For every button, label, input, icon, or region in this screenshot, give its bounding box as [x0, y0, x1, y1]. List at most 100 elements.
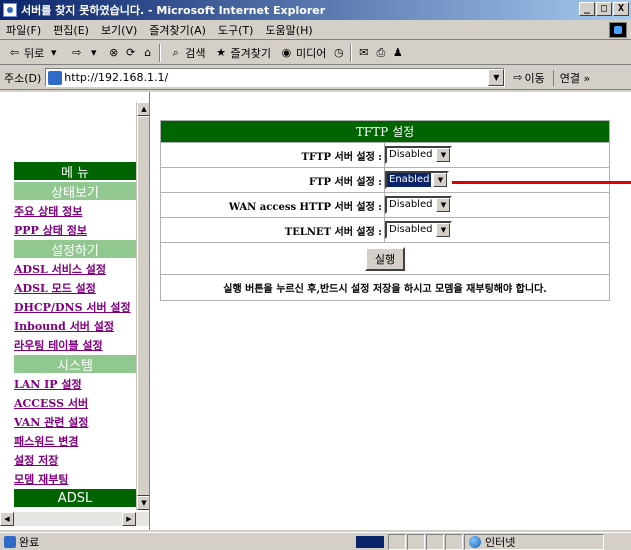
status-cell [426, 533, 444, 550]
status-bar: 완료 인터넷 [0, 532, 631, 550]
security-zone: 인터넷 [464, 533, 604, 550]
page-viewport: 메 뉴 상태보기 주요 상태 정보 PPP 상태 정보 설정하기 ADSL 서비… [0, 92, 631, 530]
nav-footer: ADSL [14, 489, 136, 507]
links-button[interactable]: 연결 » [552, 69, 590, 86]
annotation-arrow [452, 181, 631, 184]
media-icon: ◉ [281, 46, 292, 59]
window-title: 서버를 찾지 못하였습니다. - Microsoft Internet Expl… [21, 4, 326, 17]
tftp-settings-table: TFTP 설정 TFTP 서버 설정 : Disabled ▼ FTP 서버 설… [160, 120, 610, 301]
tftp-server-value: Disabled [389, 149, 433, 160]
ftp-server-select[interactable]: Enabled ▼ [385, 171, 450, 189]
nav-link-routing-table[interactable]: 라우팅 테이블 설정 [14, 336, 136, 355]
progress-indicator [356, 535, 384, 548]
submit-cell: 실행 [160, 242, 610, 275]
chevron-down-icon[interactable]: ▼ [488, 69, 505, 86]
globe-icon [469, 535, 481, 548]
go-label: 이동 [524, 71, 545, 85]
nav-link-lan-ip[interactable]: LAN IP 설정 [14, 375, 136, 394]
menu-view[interactable]: 보기(V) [95, 22, 143, 38]
nav-link-save-settings[interactable]: 설정 저장 [14, 451, 136, 470]
refresh-icon[interactable]: ⟳ [123, 45, 138, 60]
history-icon[interactable]: ◷ [331, 45, 346, 60]
nav-link-dhcp-dns[interactable]: DHCP/DNS 서버 설정 [14, 298, 136, 317]
window-controls: _ □ X [579, 2, 629, 16]
nav-vertical-scrollbar[interactable]: ▲ ▼ [136, 102, 149, 510]
nav-link-van[interactable]: VAN 관련 설정 [14, 413, 136, 432]
nav-frame: 메 뉴 상태보기 주요 상태 정보 PPP 상태 정보 설정하기 ADSL 서비… [0, 92, 150, 530]
table-row: FTP 서버 설정 : Enabled ▼ [160, 167, 610, 193]
wan-http-value: Disabled [389, 199, 433, 210]
ftp-server-label: FTP 서버 설정 : [160, 167, 385, 193]
stop-icon[interactable]: ⊗ [106, 45, 121, 60]
nav-horizontal-scrollbar[interactable]: ◀ ▶ [0, 512, 149, 526]
nav-settings-header: 설정하기 [14, 240, 136, 259]
nav-link-password[interactable]: 패스워드 변경 [14, 432, 136, 451]
title-bar: 서버를 찾지 못하였습니다. - Microsoft Internet Expl… [0, 0, 631, 20]
submit-button[interactable]: 실행 [364, 246, 406, 271]
close-button[interactable]: X [613, 2, 629, 16]
toolbar-divider [159, 43, 162, 62]
status-cell [407, 533, 425, 550]
search-button[interactable]: ⌕ 검색 [165, 45, 208, 61]
page-icon [4, 535, 16, 548]
menu-edit[interactable]: 편집(E) [47, 22, 95, 38]
address-input[interactable] [64, 71, 485, 84]
nav-link-access-server[interactable]: ACCESS 서버 [14, 394, 136, 413]
nav-menu: 메 뉴 상태보기 주요 상태 정보 PPP 상태 정보 설정하기 ADSL 서비… [14, 162, 136, 509]
forward-arrow-icon: ⇨ [72, 46, 82, 59]
scroll-left-icon[interactable]: ◀ [0, 512, 14, 526]
messenger-icon[interactable]: ♟ [390, 45, 405, 60]
back-label: 뒤로 [24, 46, 45, 60]
nav-link-adsl-service[interactable]: ADSL 서비스 설정 [14, 260, 136, 279]
scroll-right-icon[interactable]: ▶ [122, 512, 136, 526]
go-button[interactable]: ⇨ 이동 [513, 70, 544, 86]
tftp-server-select[interactable]: Disabled ▼ [385, 146, 453, 164]
nav-system-header: 시스템 [14, 355, 136, 374]
reboot-notice: 실행 버튼을 누르신 후,반드시 설정 저장을 하시고 모뎀을 재부팅해야 합니… [160, 274, 610, 301]
toolbar-divider [350, 43, 353, 62]
menu-file[interactable]: 파일(F) [0, 22, 47, 38]
chevron-down-icon: ▼ [433, 173, 448, 187]
scroll-up-icon[interactable]: ▲ [137, 102, 149, 116]
nav-menu-header: 메 뉴 [14, 162, 136, 181]
ftp-server-value: Enabled [387, 173, 432, 187]
page-icon [48, 70, 63, 85]
menu-tools[interactable]: 도구(T) [212, 22, 260, 38]
menu-favorites[interactable]: 즐겨찾기(A) [143, 22, 212, 38]
menu-help[interactable]: 도움말(H) [259, 22, 318, 38]
favorites-button[interactable]: ★ 즐겨찾기 [211, 45, 274, 61]
forward-button[interactable]: ⇨ ▾ [66, 45, 104, 60]
print-icon[interactable]: ⎙ [373, 45, 388, 60]
home-icon[interactable]: ⌂ [140, 45, 155, 60]
telnet-server-select[interactable]: Disabled ▼ [385, 221, 453, 239]
wan-http-label: WAN access HTTP 서버 설정 : [160, 192, 385, 218]
status-done: 완료 [0, 534, 356, 550]
nav-link-inbound[interactable]: Inbound 서버 설정 [14, 317, 136, 336]
ie-page-icon [3, 3, 17, 17]
media-button[interactable]: ◉ 미디어 [276, 45, 329, 61]
table-row: TELNET 서버 설정 : Disabled ▼ [160, 217, 610, 243]
nav-status-header: 상태보기 [14, 182, 136, 201]
menu-bar: 파일(F) 편집(E) 보기(V) 즐겨찾기(A) 도구(T) 도움말(H) [0, 20, 631, 40]
status-text: 완료 [19, 535, 40, 549]
favorites-label: 즐겨찾기 [230, 46, 271, 60]
scroll-down-icon[interactable]: ▼ [137, 496, 149, 510]
mail-icon[interactable]: ✉ [356, 45, 371, 60]
nav-link-main-status[interactable]: 주요 상태 정보 [14, 202, 136, 221]
maximize-button[interactable]: □ [596, 2, 612, 16]
nav-link-adsl-mode[interactable]: ADSL 모드 설정 [14, 279, 136, 298]
nav-link-reboot[interactable]: 모뎀 재부팅 [14, 470, 136, 489]
minimize-button[interactable]: _ [579, 2, 595, 16]
star-icon: ★ [216, 46, 226, 59]
chevron-down-icon: ▾ [50, 46, 57, 59]
telnet-server-label: TELNET 서버 설정 : [160, 217, 385, 243]
nav-link-ppp-status[interactable]: PPP 상태 정보 [14, 221, 136, 240]
chevron-down-icon: ▼ [436, 148, 451, 162]
scroll-thumb[interactable] [137, 116, 149, 496]
address-bar: 주소(D) ▼ ⇨ 이동 연결 » [0, 66, 631, 90]
back-button[interactable]: ⇦ 뒤로 ▾ [4, 45, 64, 61]
telnet-server-value: Disabled [389, 224, 433, 235]
wan-http-select[interactable]: Disabled ▼ [385, 196, 453, 214]
address-field[interactable]: ▼ [45, 68, 506, 87]
zone-text: 인터넷 [485, 535, 516, 549]
